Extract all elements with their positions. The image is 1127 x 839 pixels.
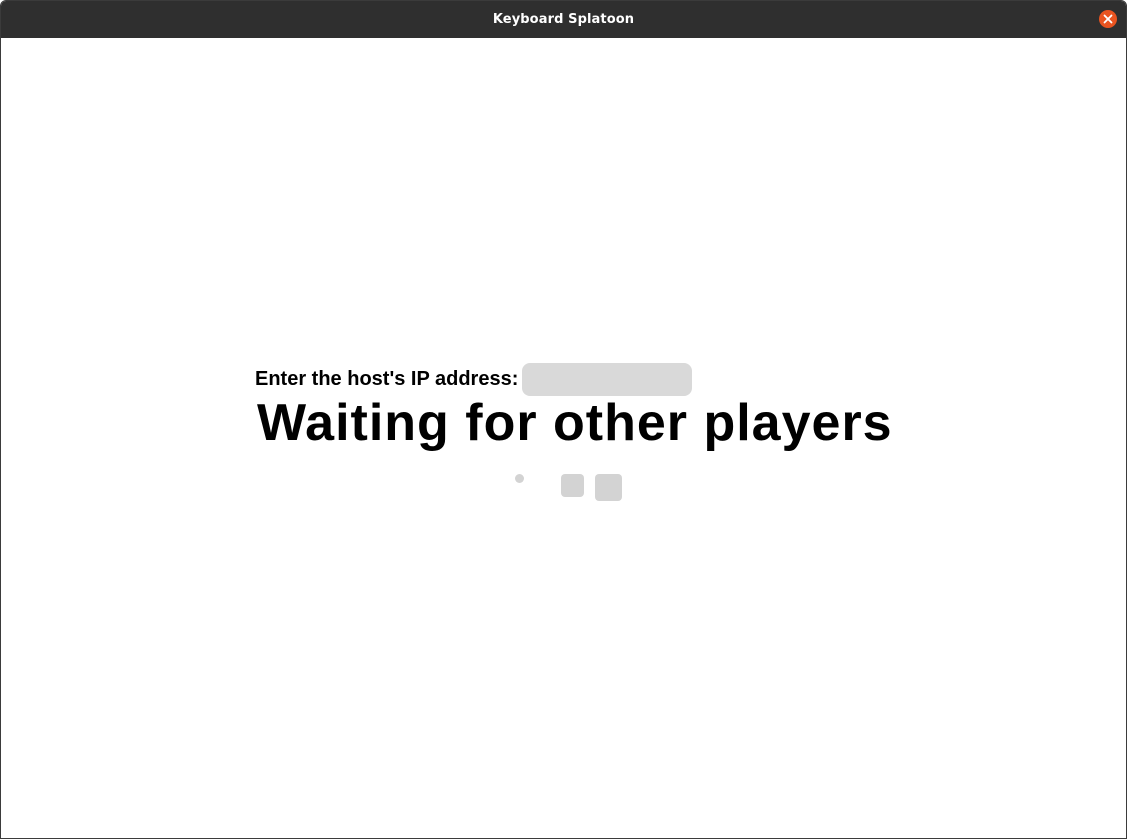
loading-square-small (561, 474, 584, 497)
ip-address-input[interactable] (522, 363, 693, 396)
loading-square-large (595, 474, 622, 501)
ip-label: Enter the host's IP address: (255, 368, 519, 390)
waiting-message: Waiting for other players (257, 394, 893, 452)
title-bar: Keyboard Splatoon (1, 1, 1126, 38)
ip-entry-row: Enter the host's IP address: (255, 363, 693, 396)
close-icon (1103, 14, 1113, 24)
game-canvas: Enter the host's IP address: Waiting for… (1, 38, 1126, 838)
app-window: Keyboard Splatoon Enter the host's IP ad… (0, 0, 1127, 839)
loading-dot (515, 474, 524, 483)
window-title: Keyboard Splatoon (492, 12, 635, 27)
close-button[interactable] (1099, 10, 1117, 28)
